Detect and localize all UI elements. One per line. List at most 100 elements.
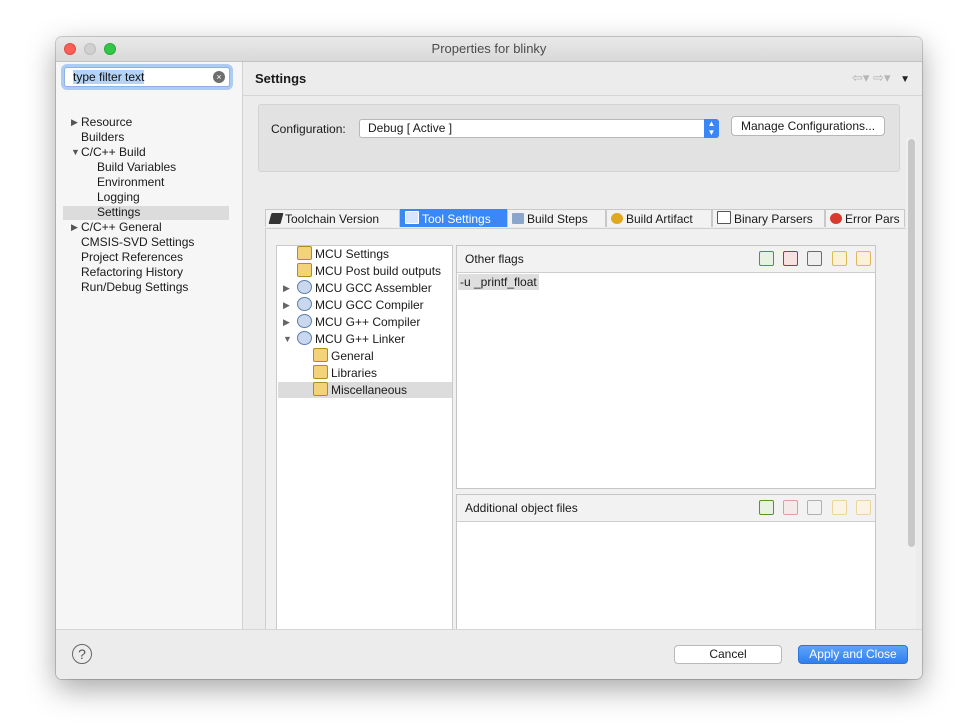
other-flags-title: Other flags — [465, 252, 524, 266]
tab-error-parsers[interactable]: Error Pars — [825, 209, 905, 227]
configuration-select[interactable]: Debug [ Active ] ▲ ▼ — [359, 119, 719, 138]
tab-label: Build Steps — [527, 212, 588, 226]
tree-item-gcc-assembler[interactable]: ▶ MCU GCC Assembler — [283, 280, 432, 296]
tree-item-label: Miscellaneous — [331, 383, 408, 397]
sidebar-item-label: Resource — [81, 115, 133, 129]
additional-objects-toolbar — [753, 500, 871, 518]
tab-label: Build Artifact — [626, 212, 693, 226]
filter-input-text: type filter text — [73, 70, 145, 84]
sidebar-item-resource[interactable]: ▶ Resource — [71, 115, 133, 130]
delete-icon — [782, 500, 798, 515]
tab-bar: Toolchain Version Tool Settings Build St… — [265, 209, 905, 228]
tool-tree: MCU Settings MCU Post build outputs ▶ MC… — [276, 245, 453, 667]
main-content: Settings ⇦▾ ⇨▾ ▼ Configuration: Debug [ … — [243, 62, 922, 667]
error-icon — [830, 213, 842, 224]
scrollbar-thumb[interactable] — [908, 139, 915, 547]
sidebar-item-label: CMSIS-SVD Settings — [81, 235, 195, 249]
edit-icon — [807, 500, 823, 515]
other-flags-header: Other flags — [457, 246, 875, 273]
header-divider — [243, 95, 922, 96]
tab-build-steps[interactable]: Build Steps — [507, 209, 606, 227]
add-icon[interactable] — [758, 251, 774, 266]
tree-item-libraries[interactable]: Libraries — [313, 365, 377, 381]
tab-tool-settings[interactable]: Tool Settings — [400, 209, 507, 227]
delete-icon[interactable] — [782, 251, 798, 266]
edit-icon[interactable] — [807, 251, 823, 266]
additional-objects-title: Additional object files — [465, 501, 578, 515]
chevron-right-icon[interactable]: ▶ — [283, 297, 290, 313]
tree-item-label: General — [331, 349, 374, 363]
configuration-label: Configuration: — [271, 122, 346, 136]
list-item[interactable]: -u _printf_float — [458, 274, 539, 290]
configuration-value: Debug [ Active ] — [368, 121, 453, 135]
view-menu-icon[interactable]: ▼ — [900, 74, 910, 85]
settings-page-icon — [313, 348, 328, 362]
chevron-down-icon[interactable]: ▼ — [283, 331, 292, 347]
move-down-icon — [856, 500, 871, 515]
sidebar: type filter text × ▶ Resource Builders ▼… — [56, 62, 243, 629]
tree-item-general[interactable]: General — [313, 348, 374, 364]
sidebar-item-cpp-build[interactable]: ▼ C/C++ Build — [71, 145, 146, 160]
forward-icon[interactable]: ⇨▾ — [873, 70, 890, 85]
sidebar-item-environment[interactable]: Environment — [97, 175, 164, 190]
dialog-button-bar: ? Cancel Apply and Close — [56, 629, 922, 679]
window-title: Properties for blinky — [431, 41, 547, 56]
sidebar-item-label: Settings — [97, 205, 141, 219]
sidebar-item-label: Logging — [97, 190, 140, 204]
sidebar-item-settings[interactable]: Settings — [97, 205, 140, 220]
trophy-icon — [611, 213, 623, 224]
cancel-button[interactable]: Cancel — [674, 645, 782, 664]
add-icon[interactable] — [758, 500, 774, 515]
chevron-right-icon[interactable]: ▶ — [71, 220, 78, 235]
move-up-icon[interactable] — [831, 251, 847, 266]
filter-input[interactable]: type filter text × — [64, 67, 230, 87]
tree-item-label: MCU G++ Linker — [315, 332, 406, 346]
manage-configurations-button[interactable]: Manage Configurations... — [731, 116, 885, 136]
tree-item-mcu-settings[interactable]: MCU Settings — [297, 246, 389, 262]
help-icon[interactable]: ? — [72, 644, 92, 664]
tab-label: Error Pars — [845, 212, 900, 226]
tab-label: Toolchain Version — [285, 212, 380, 226]
tab-binary-parsers[interactable]: Binary Parsers — [712, 209, 825, 227]
title-bar: Properties for blinky — [56, 37, 922, 62]
sidebar-item-run-debug[interactable]: Run/Debug Settings — [81, 280, 188, 295]
tree-item-miscellaneous[interactable]: Miscellaneous — [313, 382, 407, 398]
sidebar-item-cmsis-svd[interactable]: CMSIS-SVD Settings — [81, 235, 194, 250]
tree-item-mcu-post-build[interactable]: MCU Post build outputs — [297, 263, 441, 279]
sidebar-item-label: Run/Debug Settings — [81, 280, 189, 294]
tab-build-artifact[interactable]: Build Artifact — [606, 209, 712, 227]
sidebar-item-builders[interactable]: Builders — [81, 130, 124, 145]
apply-and-close-button[interactable]: Apply and Close — [798, 645, 908, 664]
chevron-right-icon[interactable]: ▶ — [71, 115, 78, 130]
sidebar-item-logging[interactable]: Logging — [97, 190, 140, 205]
move-down-icon[interactable] — [856, 251, 871, 266]
sidebar-item-cpp-general[interactable]: ▶ C/C++ General — [71, 220, 162, 235]
sidebar-item-label: Refactoring History — [81, 265, 184, 279]
sidebar-item-refactoring-history[interactable]: Refactoring History — [81, 265, 183, 280]
configuration-group: Configuration: Debug [ Active ] ▲ ▼ Manag… — [258, 104, 900, 172]
tree-item-label: MCU Post build outputs — [315, 264, 442, 278]
clear-filter-icon[interactable]: × — [213, 71, 225, 83]
chevron-right-icon[interactable]: ▶ — [283, 280, 290, 296]
chevron-right-icon[interactable]: ▶ — [283, 314, 290, 330]
tab-toolchain-version[interactable]: Toolchain Version — [265, 209, 400, 227]
other-flags-list[interactable]: -u _printf_float — [457, 273, 875, 487]
sidebar-selection-highlight — [63, 206, 229, 220]
vertical-scrollbar[interactable] — [906, 138, 916, 629]
tree-item-gcc-compiler[interactable]: ▶ MCU GCC Compiler — [283, 297, 424, 313]
settings-page-icon — [297, 246, 312, 260]
toolchain-icon — [268, 213, 284, 224]
tree-item-label: MCU GCC Assembler — [315, 281, 432, 295]
tab-label: Tool Settings — [422, 212, 491, 226]
sidebar-item-project-references[interactable]: Project References — [81, 250, 183, 265]
other-flags-panel: Other flags -u _printf_float — [456, 245, 876, 489]
tree-item-label: Libraries — [331, 366, 378, 380]
sidebar-item-build-variables[interactable]: Build Variables — [97, 160, 176, 175]
back-icon[interactable]: ⇦▾ — [852, 70, 869, 85]
chevron-down-icon[interactable]: ▼ — [71, 145, 80, 160]
sidebar-item-label: C/C++ Build — [81, 145, 146, 159]
additional-objects-header: Additional object files — [457, 495, 875, 522]
tool-icon — [297, 280, 312, 294]
tree-item-gpp-linker[interactable]: ▼ MCU G++ Linker — [283, 331, 406, 347]
tree-item-gpp-compiler[interactable]: ▶ MCU G++ Compiler — [283, 314, 420, 330]
